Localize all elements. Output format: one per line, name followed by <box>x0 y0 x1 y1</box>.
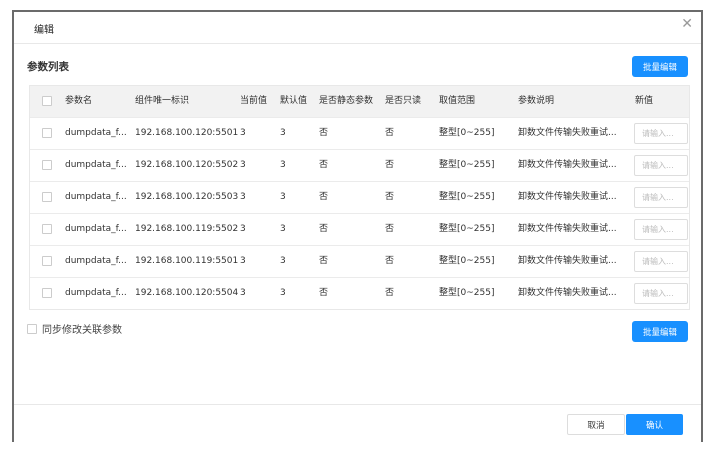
col-static: 是否静态参数 <box>319 96 374 106</box>
col-name: 参数名 <box>65 96 93 106</box>
select-all-checkbox[interactable] <box>42 96 52 106</box>
batch-edit-button-top[interactable]: 批量编辑 <box>632 56 688 77</box>
sync-label[interactable]: 同步修改关联参数 <box>42 321 122 336</box>
is-readonly: 否 <box>385 224 395 234</box>
default-value: 3 <box>280 128 286 138</box>
row-checkbox[interactable] <box>42 288 52 298</box>
current-value: 3 <box>240 128 246 138</box>
confirm-button[interactable]: 确认 <box>626 414 683 435</box>
value-range: 整型[0~255] <box>439 192 495 202</box>
value-range: 整型[0~255] <box>439 160 495 170</box>
col-desc: 参数说明 <box>518 96 555 106</box>
default-value: 3 <box>280 288 286 298</box>
param-desc: 卸数文件传输失败重试... <box>518 128 617 138</box>
param-desc: 卸数文件传输失败重试... <box>518 288 617 298</box>
is-static: 否 <box>319 128 329 138</box>
col-new: 新值 <box>635 96 654 106</box>
col-range: 取值范围 <box>439 96 476 106</box>
edit-dialog: 编辑 ✕ 参数列表 批量编辑 参数名 组件唯一标识 当前值 默认值 是否静态参数… <box>12 10 703 442</box>
row-checkbox[interactable] <box>42 128 52 138</box>
value-range: 整型[0~255] <box>439 288 495 298</box>
param-desc: 卸数文件传输失败重试... <box>518 256 617 266</box>
row-checkbox[interactable] <box>42 256 52 266</box>
param-name: dumpdata_f... <box>65 288 127 298</box>
default-value: 3 <box>280 192 286 202</box>
is-static: 否 <box>319 288 329 298</box>
default-value: 3 <box>280 224 286 234</box>
param-name: dumpdata_f... <box>65 160 127 170</box>
current-value: 3 <box>240 160 246 170</box>
new-value-input[interactable]: 请输入... <box>634 155 688 176</box>
current-value: 3 <box>240 288 246 298</box>
component-id: 192.168.100.120:5503 <box>135 192 239 202</box>
component-id: 192.168.100.119:5502 <box>135 224 239 234</box>
row-checkbox[interactable] <box>42 192 52 202</box>
is-readonly: 否 <box>385 160 395 170</box>
component-id: 192.168.100.120:5501 <box>135 128 239 138</box>
current-value: 3 <box>240 192 246 202</box>
new-value-input[interactable]: 请输入... <box>634 283 688 304</box>
is-readonly: 否 <box>385 192 395 202</box>
is-static: 否 <box>319 224 329 234</box>
table-row: dumpdata_f... 192.168.100.120:5502 3 3 否否整型[… <box>30 149 689 181</box>
is-readonly: 否 <box>385 288 395 298</box>
is-static: 否 <box>319 256 329 266</box>
param-name: dumpdata_f... <box>65 224 127 234</box>
section-title: 参数列表 <box>27 61 69 73</box>
dialog-header: 编辑 ✕ <box>14 12 701 44</box>
new-value-input[interactable]: 请输入... <box>634 251 688 272</box>
param-desc: 卸数文件传输失败重试... <box>518 160 617 170</box>
row-checkbox[interactable] <box>42 224 52 234</box>
param-table: 参数名 组件唯一标识 当前值 默认值 是否静态参数 是否只读 取值范围 参数说明… <box>29 85 690 310</box>
table-row: dumpdata_f... 192.168.100.120:5503 3 3 否否整型[… <box>30 181 689 213</box>
col-default: 默认值 <box>280 96 308 106</box>
value-range: 整型[0~255] <box>439 256 495 266</box>
dialog-footer <box>14 404 701 405</box>
sync-checkbox[interactable] <box>27 324 37 334</box>
is-readonly: 否 <box>385 128 395 138</box>
is-readonly: 否 <box>385 256 395 266</box>
new-value-input[interactable]: 请输入... <box>634 219 688 240</box>
param-name: dumpdata_f... <box>65 256 127 266</box>
param-name: dumpdata_f... <box>65 192 127 202</box>
table-row: dumpdata_f... 192.168.100.120:5504 3 3 否否整型[… <box>30 277 689 309</box>
component-id: 192.168.100.120:5502 <box>135 160 239 170</box>
col-readonly: 是否只读 <box>385 96 422 106</box>
close-icon[interactable]: ✕ <box>681 16 693 32</box>
param-desc: 卸数文件传输失败重试... <box>518 224 617 234</box>
new-value-input[interactable]: 请输入... <box>634 187 688 208</box>
is-static: 否 <box>319 192 329 202</box>
value-range: 整型[0~255] <box>439 128 495 138</box>
col-current: 当前值 <box>240 96 268 106</box>
default-value: 3 <box>280 256 286 266</box>
current-value: 3 <box>240 256 246 266</box>
row-checkbox[interactable] <box>42 160 52 170</box>
dialog-title: 编辑 <box>34 25 54 36</box>
cancel-button[interactable]: 取消 <box>567 414 625 435</box>
value-range: 整型[0~255] <box>439 224 495 234</box>
col-id: 组件唯一标识 <box>135 96 190 106</box>
table-row: dumpdata_f... 192.168.100.120:5501 3 3 否否整型[… <box>30 117 689 149</box>
batch-edit-button-bottom[interactable]: 批量编辑 <box>632 321 688 342</box>
is-static: 否 <box>319 160 329 170</box>
current-value: 3 <box>240 224 246 234</box>
default-value: 3 <box>280 160 286 170</box>
table-header: 参数名 组件唯一标识 当前值 默认值 是否静态参数 是否只读 取值范围 参数说明… <box>30 86 689 117</box>
component-id: 192.168.100.119:5501 <box>135 256 239 266</box>
param-name: dumpdata_f... <box>65 128 127 138</box>
component-id: 192.168.100.120:5504 <box>135 288 239 298</box>
new-value-input[interactable]: 请输入... <box>634 123 688 144</box>
table-row: dumpdata_f... 192.168.100.119:5502 3 3 否否整型[… <box>30 213 689 245</box>
param-desc: 卸数文件传输失败重试... <box>518 192 617 202</box>
table-row: dumpdata_f... 192.168.100.119:5501 3 3 否否整型[… <box>30 245 689 277</box>
